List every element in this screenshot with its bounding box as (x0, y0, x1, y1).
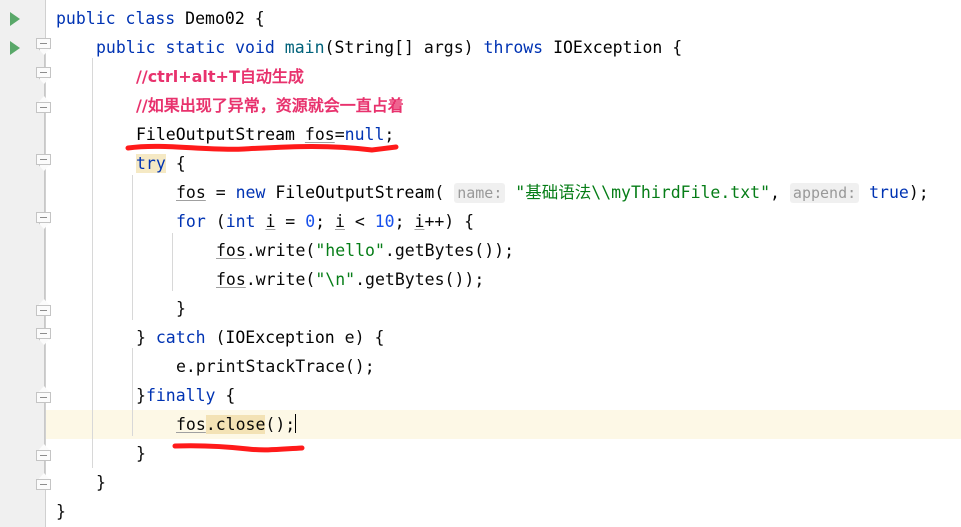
code-line-9[interactable]: fos.write("hello".getBytes()); (216, 236, 514, 265)
code-line-11[interactable]: } (176, 294, 186, 323)
code-line-1[interactable]: public class Demo02 { (56, 4, 265, 33)
code-line-16[interactable]: } (136, 439, 146, 468)
code-line-17[interactable]: } (96, 468, 106, 497)
code-line-10[interactable]: fos.write("\n".getBytes()); (216, 265, 484, 294)
code-line-2[interactable]: public static void main(String[] args) t… (96, 33, 682, 62)
red-underline-declaration (125, 143, 399, 153)
code-line-14[interactable]: }finally { (136, 381, 235, 410)
code-line-15[interactable]: fos.close(); (176, 410, 297, 439)
code-line-7[interactable]: fos = new FileOutputStream( name: "基础语法\… (176, 178, 929, 207)
code-editor[interactable]: public class Demo02 {public static void … (0, 0, 961, 527)
code-text-area[interactable]: public class Demo02 {public static void … (0, 0, 961, 527)
red-underline-close (172, 443, 305, 453)
code-line-13[interactable]: e.printStackTrace(); (176, 352, 375, 381)
code-line-3[interactable]: //ctrl+alt+T自动生成 (136, 62, 304, 91)
code-line-18[interactable]: } (56, 497, 66, 526)
code-line-8[interactable]: for (int i = 0; i < 10; i++) { (176, 207, 474, 236)
code-line-4[interactable]: //如果出现了异常，资源就会一直占着 (136, 91, 404, 120)
code-line-12[interactable]: } catch (IOException e) { (136, 323, 384, 352)
